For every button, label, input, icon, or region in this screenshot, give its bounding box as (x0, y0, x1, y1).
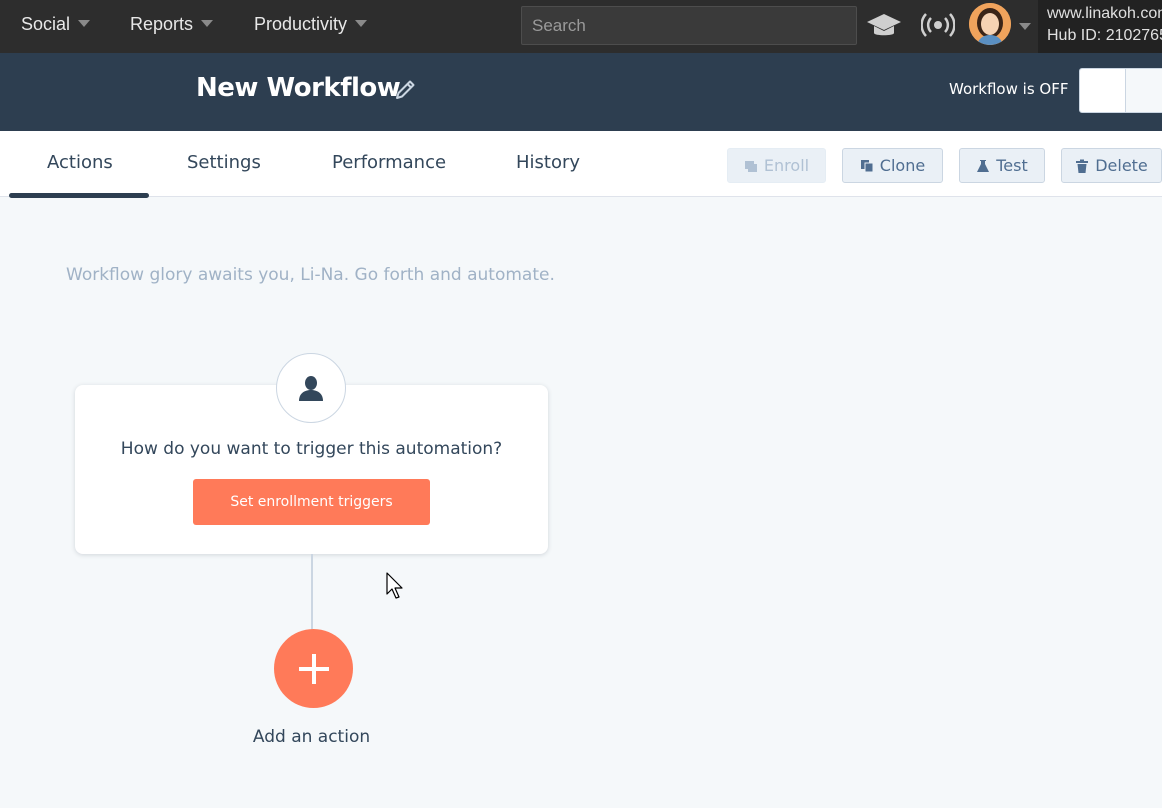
trigger-question: How do you want to trigger this automati… (120, 439, 503, 459)
tabs-bar: Actions Settings Performance History Enr… (0, 131, 1162, 198)
clone-label: Clone (879, 156, 926, 175)
enroll-icon (744, 160, 757, 172)
test-label: Test (996, 156, 1028, 175)
set-enrollment-triggers-button[interactable]: Set enrollment triggers (193, 479, 430, 525)
add-action-label: Add an action (252, 727, 371, 747)
nav-menu-label: Reports (130, 14, 194, 34)
pencil-edit-icon[interactable] (394, 77, 418, 101)
account-domain: www.linakoh.com (1047, 5, 1162, 22)
top-nav: Social Reports Productivity www.linakoh.… (0, 0, 1162, 53)
search-input[interactable] (521, 6, 857, 45)
enroll-button[interactable]: Enroll (727, 148, 826, 183)
workflow-status: Workflow is OFF (949, 80, 1069, 98)
nav-menu-label: Social (21, 14, 71, 34)
caret-down-icon[interactable] (1019, 23, 1031, 30)
tab-settings[interactable]: Settings (187, 131, 261, 197)
caret-down-icon (201, 19, 214, 27)
flow-connector (311, 554, 313, 630)
nav-menu-label: Productivity (254, 14, 348, 34)
plus-icon (298, 653, 329, 684)
user-photo-icon (969, 3, 1011, 45)
flask-icon (977, 159, 990, 172)
mouse-cursor-icon (386, 572, 403, 599)
notifications-broadcast-icon[interactable] (921, 11, 955, 39)
workflow-toggle[interactable] (1079, 68, 1162, 113)
delete-button[interactable]: Delete (1061, 148, 1162, 183)
clone-icon (860, 159, 874, 172)
active-tab-indicator (9, 193, 149, 198)
greeting-text: Workflow glory awaits you, Li-Na. Go for… (66, 265, 555, 285)
avatar[interactable] (969, 3, 1011, 45)
delete-label: Delete (1095, 156, 1148, 175)
nav-menu-reports[interactable]: Reports (130, 0, 214, 53)
clone-button[interactable]: Clone (842, 148, 943, 183)
contact-badge (276, 353, 346, 423)
trash-icon (1076, 159, 1089, 173)
nav-menu-productivity[interactable]: Productivity (254, 0, 368, 53)
test-button[interactable]: Test (959, 148, 1045, 183)
caret-down-icon (355, 19, 368, 27)
tab-actions[interactable]: Actions (47, 131, 113, 197)
account-info[interactable]: www.linakoh.com Hub ID: 2102765 (1038, 0, 1162, 53)
academy-icon[interactable] (866, 10, 902, 40)
tab-history[interactable]: History (516, 131, 580, 197)
workflow-header: New Workflow Workflow is OFF (0, 53, 1162, 131)
tab-performance[interactable]: Performance (332, 131, 446, 197)
enroll-label: Enroll (763, 156, 810, 175)
account-hub-id: Hub ID: 2102765 (1047, 27, 1162, 44)
nav-menu-social[interactable]: Social (21, 0, 91, 53)
caret-down-icon (78, 19, 91, 27)
add-action-button[interactable] (274, 629, 353, 708)
contact-person-icon (299, 376, 323, 401)
workflow-title: New Workflow (196, 73, 401, 103)
toggle-knob (1080, 69, 1126, 112)
